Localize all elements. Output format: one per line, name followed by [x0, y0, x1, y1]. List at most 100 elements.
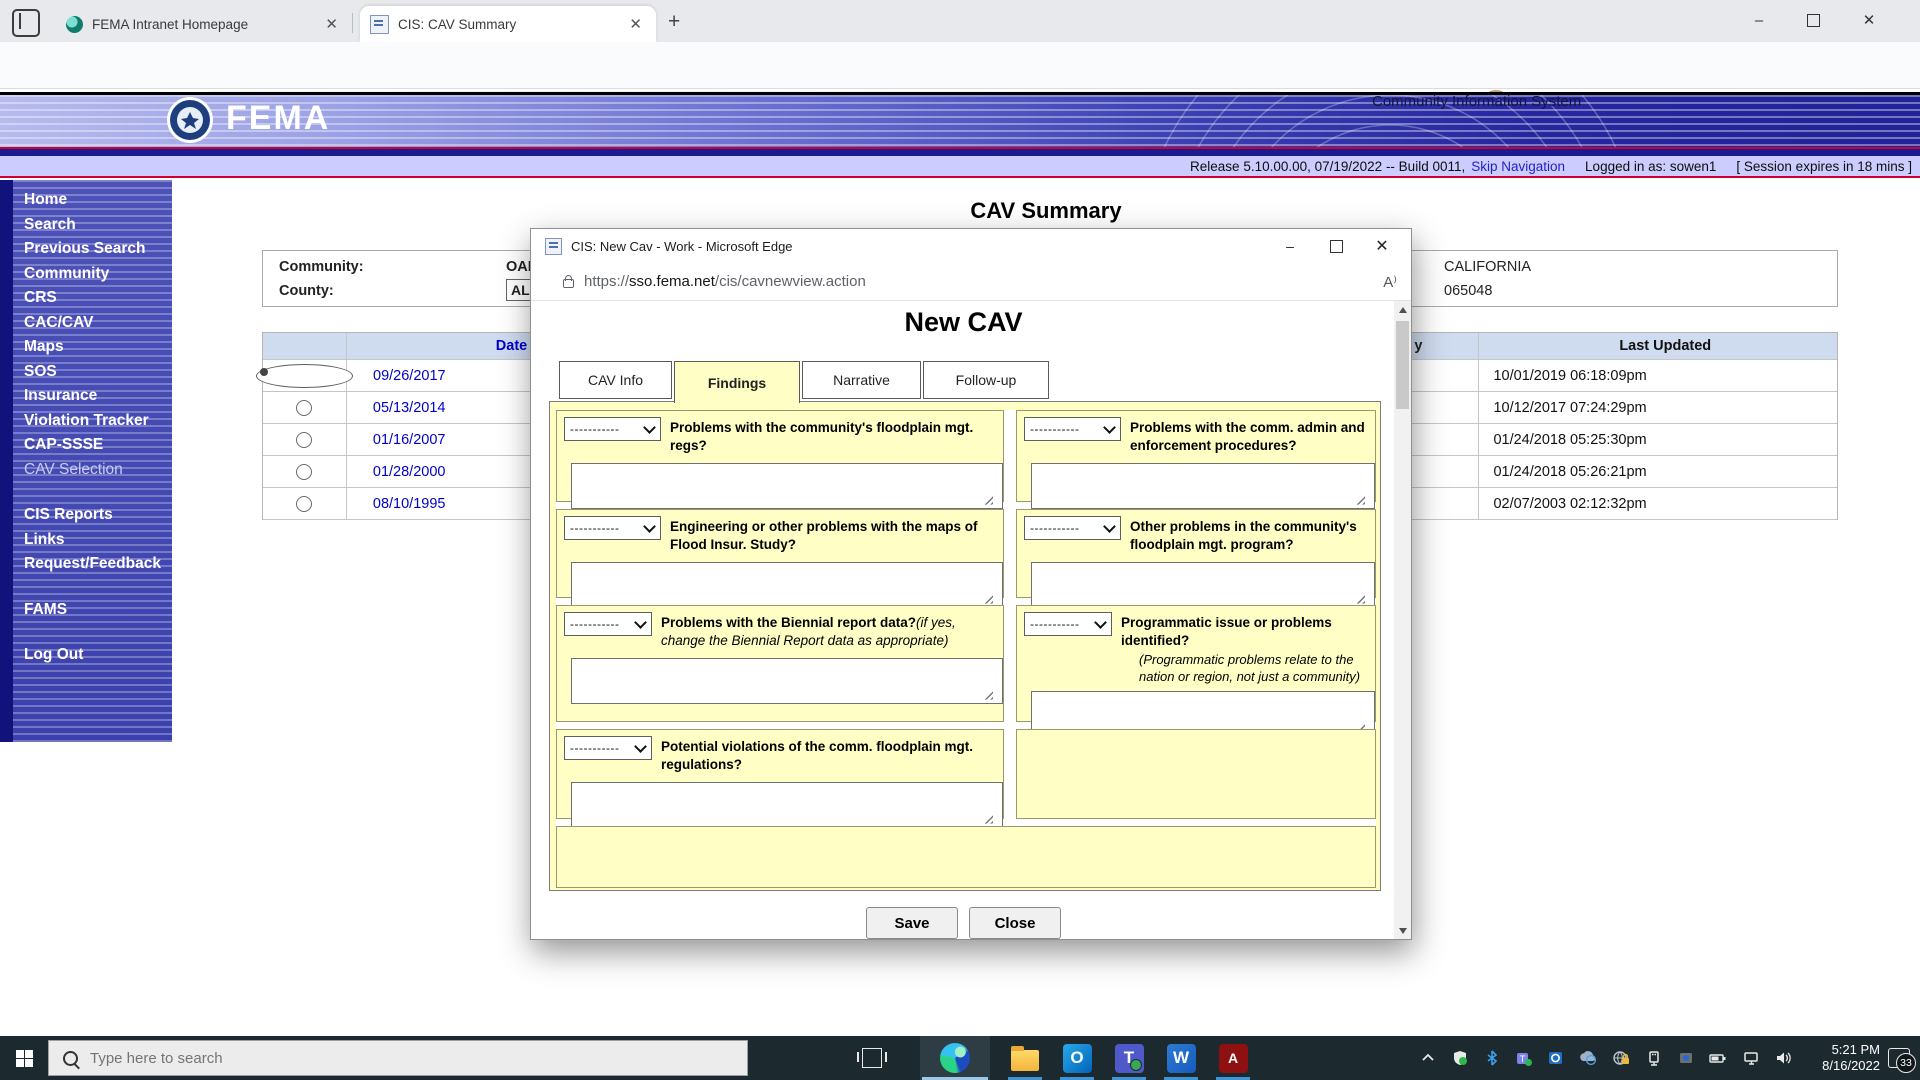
tab-narrative[interactable]: Narrative [802, 361, 921, 399]
tab-cav-info[interactable]: CAV Info [559, 361, 672, 399]
answer-select[interactable]: ----------- [1024, 516, 1121, 540]
finding-textarea[interactable] [571, 781, 1003, 828]
chevron-down-icon [643, 420, 656, 434]
popup-window-title: CIS: New Cav - Work - Microsoft Edge [571, 238, 793, 254]
tray-volume-icon[interactable] [1769, 1036, 1797, 1080]
tray-outlook-icon[interactable] [1542, 1036, 1570, 1080]
row-radio[interactable] [296, 431, 313, 448]
cav-date-link[interactable]: 01/16/2007 [373, 432, 446, 448]
sidebar-item-cis-reports[interactable]: CIS Reports [24, 503, 161, 528]
chevron-down-icon [1103, 420, 1116, 434]
cav-date-link[interactable]: 01/28/2000 [373, 464, 446, 480]
popup-close-button[interactable]: ✕ [1359, 229, 1405, 263]
finding-textarea[interactable] [571, 561, 1003, 608]
answer-select[interactable]: ----------- [564, 736, 652, 760]
sidebar-item-cav-selection[interactable]: CAV Selection [24, 458, 161, 483]
taskbar-word-button[interactable]: W [1159, 1036, 1203, 1080]
taskbar-explorer-button[interactable] [1003, 1036, 1047, 1080]
close-button[interactable]: Close [969, 907, 1061, 939]
finding-textarea[interactable] [1031, 561, 1375, 608]
sidebar-item-cac-cav[interactable]: CAC/CAV [24, 311, 161, 336]
tray-vpn-lock-icon[interactable] [1607, 1036, 1635, 1080]
sidebar-item-cap-ssse[interactable]: CAP-SSSE [24, 433, 161, 458]
sidebar-item-insurance[interactable]: Insurance [24, 384, 161, 409]
row-radio[interactable] [296, 463, 313, 480]
sidebar-item-home[interactable]: Home [24, 188, 161, 213]
lock-icon[interactable] [563, 275, 574, 288]
tray-onedrive-icon[interactable] [1574, 1036, 1602, 1080]
browser-tab-bar: FEMA Intranet Homepage ✕ CIS: CAV Summar… [0, 0, 1920, 42]
tab-fema-intranet[interactable]: FEMA Intranet Homepage ✕ [56, 6, 352, 42]
window-close-button[interactable]: ✕ [1846, 0, 1892, 40]
start-button[interactable] [0, 1036, 48, 1080]
last-updated-cell: 10/01/2019 06:18:09pm [1493, 367, 1647, 384]
scrollbar-thumb[interactable] [1396, 321, 1409, 409]
task-view-button[interactable] [852, 1036, 892, 1080]
sidebar-item-maps[interactable]: Maps [24, 335, 161, 360]
taskbar-clock[interactable]: 5:21 PM 8/16/2022 [1822, 1036, 1880, 1080]
sidebar-item-violation-tracker[interactable]: Violation Tracker [24, 409, 161, 434]
sidebar-edge [0, 180, 13, 742]
tab-close-icon[interactable]: ✕ [625, 15, 646, 33]
tray-teams-icon[interactable]: T [1510, 1036, 1538, 1080]
scroll-up-icon[interactable] [1394, 301, 1411, 318]
answer-select[interactable]: ----------- [564, 612, 652, 636]
cav-date-link[interactable]: 09/26/2017 [373, 368, 446, 384]
tab-close-icon[interactable]: ✕ [321, 15, 342, 33]
search-input[interactable] [88, 1048, 612, 1068]
workspaces-icon[interactable] [12, 9, 40, 37]
row-radio-selected[interactable] [256, 363, 353, 388]
tab-follow-up[interactable]: Follow-up [923, 361, 1049, 399]
new-tab-button[interactable]: + [668, 10, 680, 34]
sidebar-item-community[interactable]: Community [24, 262, 161, 287]
cav-date-link[interactable]: 05/13/2014 [373, 400, 446, 416]
read-aloud-icon[interactable]: A⁾ [1383, 273, 1397, 291]
acrobat-icon: A [1218, 1043, 1248, 1073]
taskbar-search[interactable] [48, 1040, 748, 1076]
taskbar-acrobat-button[interactable]: A [1211, 1036, 1255, 1080]
tab-cav-summary[interactable]: CIS: CAV Summary ✕ [360, 6, 656, 42]
sidebar-item-sos[interactable]: SOS [24, 360, 161, 385]
taskbar-outlook-button[interactable]: O [1055, 1036, 1099, 1080]
sidebar-item-links[interactable]: Links [24, 528, 161, 553]
taskbar-edge-button[interactable] [920, 1036, 990, 1080]
row-radio[interactable] [296, 495, 313, 512]
sidebar-item-crs[interactable]: CRS [24, 286, 161, 311]
finding-textarea[interactable] [571, 657, 1003, 704]
sidebar-item-search[interactable]: Search [24, 213, 161, 238]
tray-network-icon[interactable] [1737, 1036, 1765, 1080]
notification-center-button[interactable]: 33 [1880, 1036, 1918, 1080]
tray-chevron-button[interactable] [1414, 1036, 1442, 1080]
tab-findings[interactable]: Findings [674, 361, 800, 403]
window-minimize-button[interactable]: – [1736, 0, 1782, 40]
cav-date-link[interactable]: 08/10/1995 [373, 496, 446, 512]
scroll-down-icon[interactable] [1394, 922, 1411, 939]
sidebar-item-previous-search[interactable]: Previous Search [24, 237, 161, 262]
sidebar-item-fams[interactable]: FAMS [24, 598, 161, 623]
answer-select[interactable]: ----------- [1024, 417, 1121, 441]
answer-select[interactable]: ----------- [564, 516, 661, 540]
window-maximize-button[interactable] [1790, 0, 1836, 40]
answer-select[interactable]: ----------- [1024, 612, 1112, 636]
tray-bluetooth-icon[interactable] [1478, 1036, 1506, 1080]
finding-textarea[interactable] [1031, 462, 1375, 509]
edge-icon [940, 1043, 970, 1073]
popup-minimize-button[interactable]: – [1267, 229, 1313, 263]
save-button[interactable]: Save [866, 907, 958, 939]
tray-device-icon[interactable] [1672, 1036, 1700, 1080]
popup-scrollbar[interactable] [1394, 301, 1411, 939]
finding-textarea[interactable] [571, 462, 1003, 509]
popup-maximize-button[interactable] [1313, 229, 1359, 263]
tray-security-icon[interactable] [1446, 1036, 1474, 1080]
tray-battery-icon[interactable] [1704, 1036, 1732, 1080]
state-value: CALIFORNIA [1444, 259, 1532, 275]
popup-address-bar[interactable]: https://sso.fema.net/cis/cavnewview.acti… [531, 263, 1411, 301]
sidebar-item-log-out[interactable]: Log Out [24, 643, 161, 668]
answer-select[interactable]: ----------- [564, 417, 661, 441]
skip-navigation-link[interactable]: Skip Navigation [1471, 159, 1565, 174]
taskbar-teams-button[interactable]: T [1107, 1036, 1151, 1080]
cis-favicon-icon [370, 14, 389, 34]
row-radio[interactable] [296, 399, 313, 416]
tray-usb-icon[interactable] [1640, 1036, 1668, 1080]
sidebar-item-request-feedback[interactable]: Request/Feedback [24, 552, 161, 577]
